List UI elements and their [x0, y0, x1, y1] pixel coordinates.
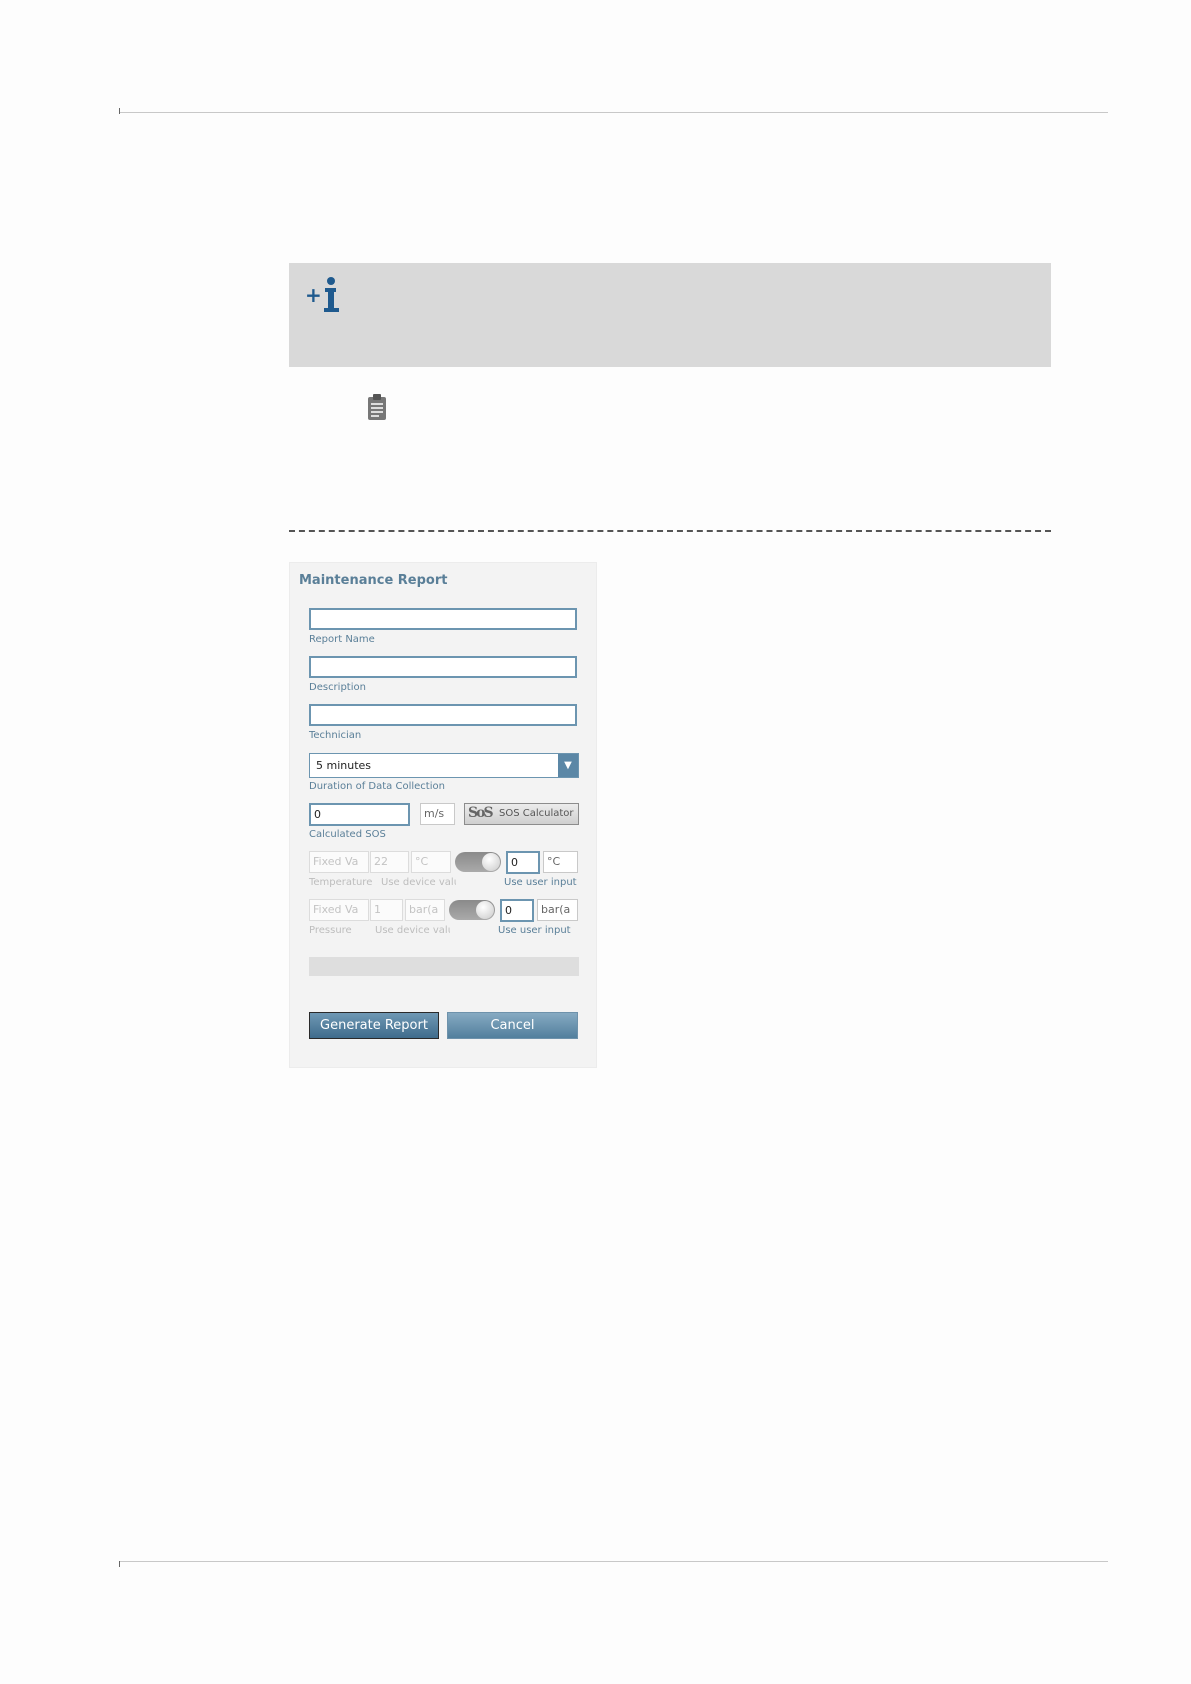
- section-divider: [289, 530, 1051, 532]
- pressure-fixed-value: Fixed Va: [309, 899, 369, 921]
- toggle-knob: [482, 853, 500, 871]
- pressure-device-label: Use device valu: [375, 925, 450, 936]
- footer-rule: [120, 1561, 1108, 1562]
- sos-value-input[interactable]: 0: [309, 803, 410, 826]
- pressure-user-label: Use user input: [498, 925, 571, 936]
- duration-selected-value: 5 minutes: [316, 759, 372, 772]
- temperature-device-label: Use device valu: [381, 877, 456, 888]
- sos-calculator-button[interactable]: SoS SOS Calculator: [464, 803, 579, 825]
- cancel-button[interactable]: Cancel: [447, 1012, 578, 1039]
- pressure-source-toggle[interactable]: [449, 900, 495, 920]
- dialog-title: Maintenance Report: [299, 573, 448, 588]
- temperature-user-input[interactable]: 0: [506, 851, 540, 874]
- sos-label: Calculated SOS: [309, 829, 386, 840]
- description-label: Description: [309, 682, 366, 693]
- pressure-user-unit: bar(a: [537, 899, 578, 921]
- temperature-fixed-value: Fixed Va: [309, 851, 369, 873]
- pressure-user-value: 0: [505, 904, 512, 917]
- pressure-label: Pressure: [309, 925, 352, 936]
- temperature-label: Temperature: [309, 877, 373, 888]
- clipboard-icon: [368, 394, 386, 420]
- temperature-user-label: Use user input: [504, 877, 577, 888]
- sos-value: 0: [314, 808, 321, 821]
- toggle-knob: [476, 901, 494, 919]
- duration-select[interactable]: 5 minutes ▼: [309, 753, 579, 778]
- temperature-device-value: 22: [370, 851, 409, 873]
- technician-label: Technician: [309, 730, 362, 741]
- duration-label: Duration of Data Collection: [309, 781, 445, 792]
- header-rule: [120, 112, 1108, 113]
- report-name-label: Report Name: [309, 634, 375, 645]
- sos-calculator-icon: SoS: [468, 805, 494, 821]
- pressure-device-unit: bar(a: [405, 899, 445, 921]
- header-rule-tick: [119, 108, 120, 114]
- pressure-user-input[interactable]: 0: [500, 899, 534, 922]
- info-plus-icon: +: [305, 277, 339, 312]
- description-input[interactable]: [309, 656, 577, 678]
- maintenance-report-dialog: Maintenance Report Report Name Descripti…: [289, 562, 597, 1068]
- progress-bar: [309, 957, 579, 976]
- sos-calculator-label: SOS Calculator: [499, 808, 574, 819]
- temperature-user-value: 0: [511, 856, 518, 869]
- footer-rule-tick: [119, 1561, 120, 1567]
- sos-unit: m/s: [420, 803, 455, 825]
- report-name-input[interactable]: [309, 608, 577, 630]
- temperature-user-unit: °C: [543, 851, 578, 873]
- generate-report-button[interactable]: Generate Report: [309, 1012, 439, 1039]
- technician-input[interactable]: [309, 704, 577, 726]
- temperature-source-toggle[interactable]: [455, 852, 501, 872]
- pressure-device-value: 1: [370, 899, 403, 921]
- svg-text:+: +: [305, 283, 322, 307]
- chevron-down-icon[interactable]: ▼: [558, 754, 578, 777]
- info-note-box: +: [289, 263, 1051, 367]
- temperature-device-unit: °C: [411, 851, 451, 873]
